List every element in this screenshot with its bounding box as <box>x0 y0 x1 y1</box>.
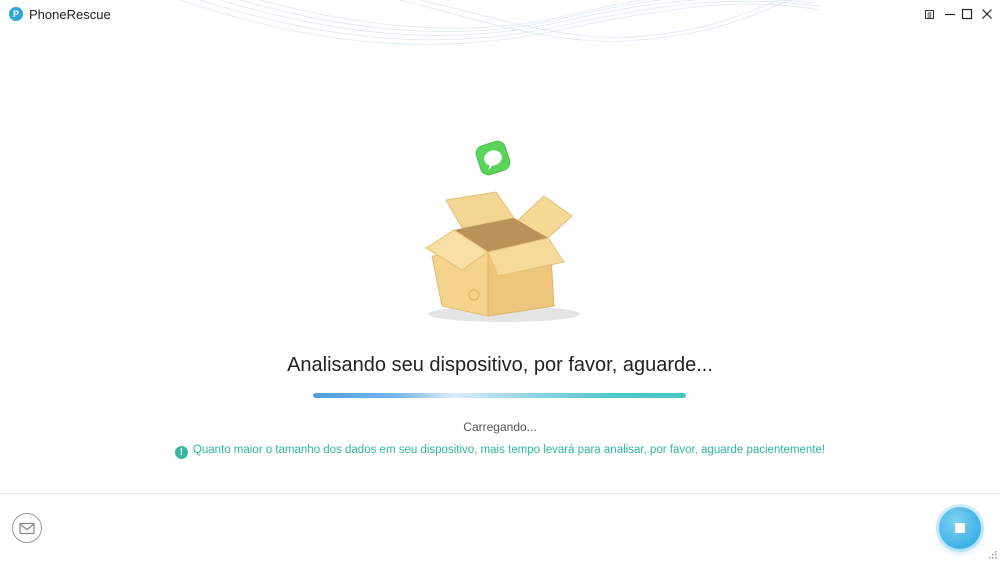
footer-bar <box>0 493 1000 562</box>
hint-text: Quanto maior o tamanho dos dados em seu … <box>192 444 826 456</box>
stop-icon <box>955 523 965 533</box>
message-bubble-icon <box>475 140 511 176</box>
progress-bar <box>313 393 686 398</box>
open-box-illustration <box>425 140 580 322</box>
loading-text: Carregando... <box>463 420 537 434</box>
scan-panel: Analisando seu dispositivo, por favor, a… <box>0 30 1000 492</box>
title-bar: P PhoneRescue <box>0 0 1000 30</box>
progress-fill <box>313 393 686 398</box>
hint-message: ! Quanto maior o tamanho dos dados em seu… <box>0 444 1000 459</box>
stop-scan-button[interactable] <box>939 507 981 549</box>
mail-icon <box>19 522 35 534</box>
minimize-icon[interactable] <box>942 6 958 22</box>
maximize-icon[interactable] <box>959 6 975 22</box>
phonerescue-logo-icon: P <box>9 7 23 21</box>
close-icon[interactable] <box>979 6 995 22</box>
pin-icon[interactable] <box>921 6 937 22</box>
info-icon: ! <box>174 446 188 459</box>
status-title: Analisando seu dispositivo, por favor, a… <box>287 354 713 376</box>
app-title: PhoneRescue <box>29 7 111 22</box>
resize-grip-icon[interactable] <box>989 551 997 559</box>
feedback-mail-button[interactable] <box>12 513 42 543</box>
